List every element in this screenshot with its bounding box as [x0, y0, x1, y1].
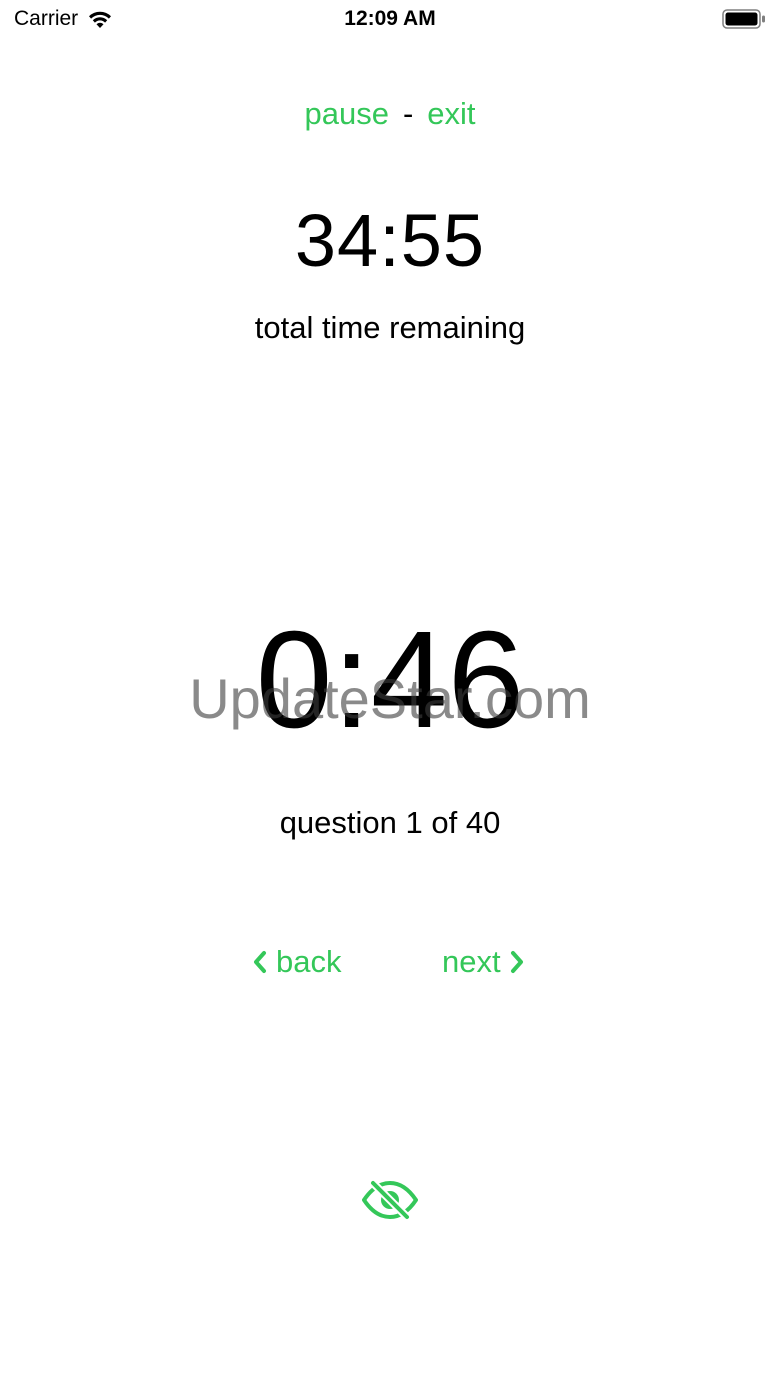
status-bar: Carrier 12:09 AM [0, 0, 780, 40]
back-button[interactable]: back [252, 944, 341, 980]
battery-icon [722, 9, 765, 29]
total-time-value: 34:55 [294, 199, 486, 282]
exit-button[interactable]: exit [427, 96, 475, 131]
question-navigation: back next [0, 944, 780, 984]
chevron-right-icon [510, 951, 523, 973]
next-button[interactable]: next [442, 944, 525, 980]
pause-button[interactable]: pause [304, 96, 388, 131]
controls-separator: - [402, 96, 414, 131]
next-label: next [442, 944, 501, 979]
status-time: 12:09 AM [344, 7, 436, 30]
chevron-left-icon [254, 951, 266, 973]
question-time-value: 0:46 [255, 603, 525, 757]
top-controls: pause - exit [0, 96, 780, 132]
back-label: back [276, 944, 342, 979]
total-time-label: total time remaining [254, 310, 526, 345]
question-progress-label: question 1 of 40 [279, 805, 501, 840]
eye-slash-icon[interactable] [361, 1180, 419, 1220]
timer-screen: Carrier 12:09 AM pause - exit 34:55 total … [0, 0, 780, 1387]
